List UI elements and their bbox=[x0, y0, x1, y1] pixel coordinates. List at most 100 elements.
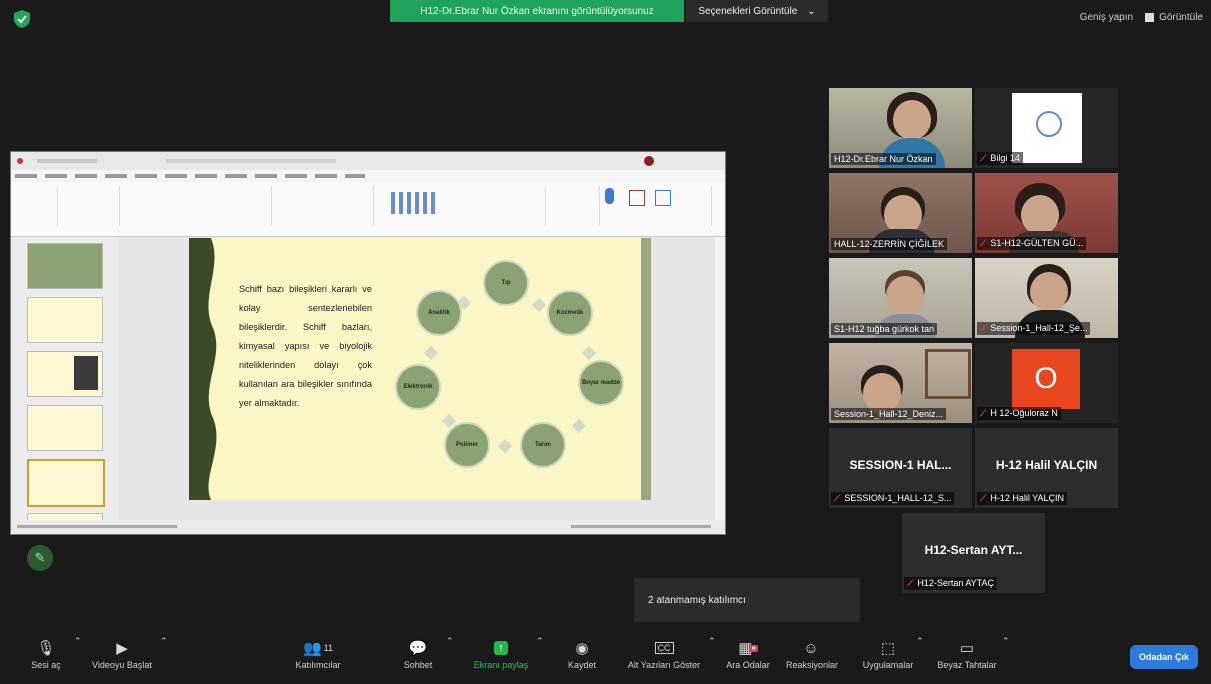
breakout-icon: ▦ ● bbox=[738, 640, 758, 657]
participant-tile[interactable]: SESSION-1 HAL... ⟋ SESSION-1_HALL-12_S... bbox=[829, 428, 972, 508]
exit-fullscreen-button[interactable]: Geniş yapın bbox=[1080, 12, 1133, 23]
chat-icon: 💬 bbox=[408, 640, 428, 657]
unmute-button[interactable]: 🎙 Sesi aç bbox=[28, 636, 64, 670]
view-button[interactable]: Görüntüle bbox=[1145, 12, 1203, 23]
record-label: Kaydet bbox=[567, 660, 597, 670]
diagram-node: Boyar madde bbox=[578, 360, 624, 406]
slide-thumbnail bbox=[27, 243, 103, 289]
mic-muted-icon: ⟋ bbox=[980, 408, 987, 418]
unmute-label: Sesi aç bbox=[31, 660, 61, 670]
participant-tile[interactable]: ⟋ Bilgi 14 bbox=[975, 88, 1118, 168]
reactions-button[interactable]: ☺ Reaksiyonlar bbox=[786, 636, 839, 671]
participant-name: H12-Dr.Ebrar Nur Özkan bbox=[831, 153, 936, 165]
participants-button[interactable]: 👥 11 Katılımcılar bbox=[288, 636, 348, 670]
apps-icon: ⬚ bbox=[880, 640, 896, 657]
mic-muted-icon: ⟋ bbox=[980, 153, 987, 163]
participant-tile[interactable]: O ⟋ H 12-Oğuloraz N bbox=[975, 343, 1118, 423]
screen-share-banner: H12-Dr.Ebrar Nur Özkan ekranını görüntül… bbox=[390, 0, 684, 22]
shared-screen: Schiff bazı bileşikleri kararlı ve kolay… bbox=[10, 151, 726, 535]
diagram-node: Polimer bbox=[444, 422, 490, 468]
participant-name: ⟋ H12-Sertan AYTAÇ bbox=[904, 577, 998, 590]
participants-icon: 👥 11 bbox=[302, 640, 334, 657]
chevron-up-icon[interactable]: ⌃ bbox=[446, 636, 454, 647]
ppt-statusbar bbox=[11, 520, 725, 534]
participant-name: ⟋ SESSION-1_HALL-12_S... bbox=[831, 492, 955, 505]
share-screen-button[interactable]: ↑ Ekranı paylaş bbox=[470, 636, 532, 670]
grid-icon bbox=[1145, 13, 1155, 22]
leave-room-button[interactable]: Odadan Çık bbox=[1130, 645, 1198, 669]
pencil-icon[interactable]: ✎ bbox=[27, 545, 53, 571]
chevron-up-icon[interactable]: ⌃ bbox=[160, 636, 168, 647]
participant-tile-active-speaker[interactable]: S1-H12 tuğba gürkok tan bbox=[829, 258, 972, 338]
slide-thumbnail bbox=[27, 297, 103, 343]
whiteboard-label: Beyaz Tahtalar bbox=[937, 660, 997, 670]
participant-name: ⟋ H 12-Oğuloraz N bbox=[977, 407, 1061, 420]
ppt-thumbnail-pane bbox=[11, 237, 119, 521]
mic-muted-icon: ⟋ bbox=[980, 238, 987, 248]
shield-icon[interactable] bbox=[14, 10, 30, 28]
whiteboard-button[interactable]: ▭ Beyaz Tahtalar bbox=[934, 636, 1000, 670]
view-options-label: Seçenekleri Görüntüle bbox=[698, 5, 798, 17]
chat-label: Sohbet bbox=[403, 660, 433, 670]
record-icon bbox=[644, 156, 654, 166]
diagram-node: Kozmetik bbox=[547, 290, 593, 336]
participant-display-name: H12-Sertan AYT... bbox=[924, 543, 1023, 557]
chevron-up-icon[interactable]: ⌃ bbox=[536, 636, 544, 647]
participant-tile[interactable]: Session-1_Hall-12_Deniz... bbox=[829, 343, 972, 423]
reactions-label: Reaksiyonlar bbox=[786, 660, 839, 670]
slide-thumbnail bbox=[27, 405, 103, 451]
reactions-icon: ☺ bbox=[803, 639, 819, 657]
participant-tile[interactable]: HALL-12-ZERRİN ÇİĞİLEK bbox=[829, 173, 972, 253]
apps-button[interactable]: ⬚ Uygulamalar bbox=[860, 636, 916, 670]
chat-button[interactable]: 💬 Sohbet bbox=[398, 636, 438, 670]
breakout-rooms-button[interactable]: ▦ ● Ara Odalar bbox=[720, 636, 776, 670]
participant-name: ⟋ H-12 Halil YALÇIN bbox=[977, 492, 1068, 505]
slide-thumbnail-selected bbox=[27, 459, 105, 507]
slide-thumbnail bbox=[27, 351, 103, 397]
diagram-node: Elektronik bbox=[395, 364, 441, 410]
start-video-label: Videoyu Başlat bbox=[92, 660, 152, 670]
mic-muted-icon: 🎙 bbox=[36, 640, 56, 657]
start-video-button[interactable]: ▶ Videoyu Başlat bbox=[88, 636, 156, 670]
ppt-menu bbox=[11, 170, 725, 206]
chevron-up-icon[interactable]: ⌃ bbox=[916, 636, 924, 647]
diagram-node: Analitik bbox=[416, 290, 462, 336]
mic-muted-icon: ⟋ bbox=[980, 493, 987, 503]
share-screen-icon: ↑ bbox=[470, 636, 532, 660]
chevron-up-icon[interactable]: ⌃ bbox=[1002, 636, 1010, 647]
apps-label: Uygulamalar bbox=[862, 660, 914, 670]
participant-avatar: O bbox=[1012, 349, 1080, 409]
participant-name: Session-1_Hall-12_Deniz... bbox=[831, 408, 947, 420]
chevron-up-icon[interactable]: ⌃ bbox=[708, 636, 716, 647]
meeting-toolbar: 🎙 Sesi aç ⌃ ▶ Videoyu Başlat ⌃ 👥 11 Katıl… bbox=[0, 632, 1211, 684]
view-label: Görüntüle bbox=[1159, 12, 1203, 23]
participant-tile[interactable]: ⟋ S1-H12-GÜLTEN GÜ... bbox=[975, 173, 1118, 253]
top-right-controls: Geniş yapın Görüntüle bbox=[1080, 12, 1203, 23]
participant-tile[interactable]: H-12 Halil YALÇIN ⟋ H-12 Halil YALÇIN bbox=[975, 428, 1118, 508]
chevron-up-icon[interactable]: ⌃ bbox=[74, 636, 82, 647]
video-off-icon: ▶ bbox=[116, 640, 128, 657]
view-options-button[interactable]: Seçenekleri Görüntüle ⌄ bbox=[686, 0, 828, 22]
slide: Schiff bazı bileşikleri kararlı ve kolay… bbox=[189, 238, 651, 500]
record-button[interactable]: ◉ Kaydet bbox=[562, 636, 602, 670]
participant-name: ⟋ Session-1_Hall-12_Şe... bbox=[977, 322, 1091, 335]
participant-tile[interactable]: H12-Sertan AYT... ⟋ H12-Sertan AYTAÇ bbox=[902, 513, 1045, 593]
captions-button[interactable]: CC Alt Yazıları Göster bbox=[620, 636, 708, 670]
mic-muted-icon: ⟋ bbox=[980, 323, 987, 333]
participant-name: S1-H12 tuğba gürkok tan bbox=[831, 323, 938, 335]
cc-icon: CC bbox=[620, 636, 708, 660]
participant-tile[interactable]: H12-Dr.Ebrar Nur Özkan bbox=[829, 88, 972, 168]
slide-body-text: Schiff bazı bileşikleri kararlı ve kolay… bbox=[239, 284, 372, 408]
whiteboard-icon: ▭ bbox=[959, 640, 975, 657]
ppt-titlebar bbox=[11, 152, 725, 170]
participants-label: Katılımcılar bbox=[295, 660, 341, 670]
participant-tile[interactable]: ⟋ Session-1_Hall-12_Şe... bbox=[975, 258, 1118, 338]
unassigned-participants-toast[interactable]: 2 atanmamış katılımcı bbox=[634, 578, 860, 622]
captions-label: Alt Yazıları Göster bbox=[627, 660, 701, 670]
breakout-label: Ara Odalar bbox=[726, 660, 770, 670]
chevron-down-icon: ⌄ bbox=[807, 5, 816, 17]
slide-wave-border bbox=[189, 238, 217, 500]
participants-count: 11 bbox=[323, 643, 334, 653]
mic-muted-icon: ⟋ bbox=[834, 493, 841, 503]
participant-display-name: H-12 Halil YALÇIN bbox=[995, 458, 1098, 472]
